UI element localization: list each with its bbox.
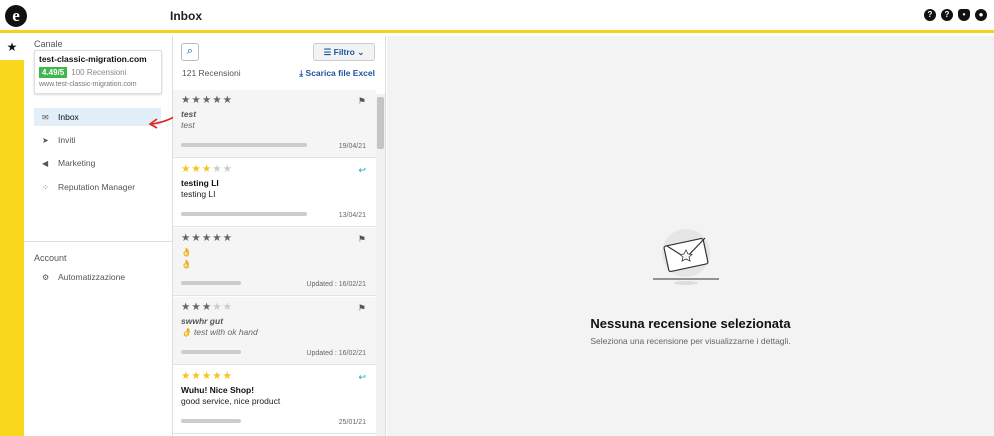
review-title: Wuhu! Nice Shop! [181,385,255,395]
star-rating: ★★★★★ [181,370,234,382]
inbox-icon: ✉ [42,112,49,122]
filter-button[interactable]: ☰ Filtro ⌄ [313,43,375,61]
reviewer-email-redacted [181,419,241,423]
sidebar-item-label: Inviti [58,135,76,145]
channel-card[interactable]: test-classic-migration.com 4.49/5 100 Re… [34,50,162,94]
review-item[interactable]: ★★★★★ ↩ Wuhu! Nice Shop! good service, n… [173,366,376,434]
review-body: testing LI [181,189,216,199]
star-rating: ★★★★★ [181,301,234,313]
search-icon: ⌕ [186,45,194,57]
review-title: swwhr gut [181,316,224,326]
sidebar-item-marketing[interactable]: ◀ Marketing [34,154,161,172]
reviewer-email-redacted [181,281,241,285]
channel-name: test-classic-migration.com [39,54,147,64]
sidebar: Canale test-classic-migration.com 4.49/5… [24,36,173,436]
sidebar-item-label: Inbox [58,112,79,122]
header-icons: ? ? • ● [924,9,987,21]
review-list-panel: ⌕ ☰ Filtro ⌄ 121 Recensioni ⤓ Scarica fi… [173,36,386,436]
review-date: Updated : 16/02/21 [306,281,366,288]
star-rating: ★★★★★ [181,94,234,106]
sidebar-divider [24,241,173,242]
review-detail-panel: Nessuna recensione selezionata Seleziona… [387,36,994,436]
review-body: 👌 test with ok hand [181,327,258,337]
send-icon: ➤ [42,135,49,145]
review-date: 13/04/21 [338,212,366,219]
list-scrollbar[interactable] [376,94,385,436]
review-body: good service, nice product [181,396,281,406]
filter-label: Filtro [333,47,355,57]
sidebar-item-label: Reputation Manager [58,182,136,192]
flag-icon[interactable]: ⚑ [358,96,366,107]
sidebar-item-label: Marketing [58,158,96,168]
review-item[interactable]: ★★★★★ ⚑ swwhr gut 👌 test with ok hand Up… [173,297,376,365]
search-button[interactable]: ⌕ [181,43,199,61]
star-icon[interactable]: ★ [0,36,24,60]
review-date: 25/01/21 [338,419,366,426]
reply-icon[interactable]: ↩ [358,372,366,383]
user-icon[interactable]: ● [975,9,987,21]
review-count: 100 Recensioni [71,68,127,77]
score-badge: 4.49/5 [39,67,68,78]
flag-icon[interactable]: ⚑ [358,303,366,314]
sidebar-item-inviti[interactable]: ➤ Inviti [34,131,161,149]
download-excel-label: Scarica file Excel [305,68,375,78]
empty-state-title: Nessuna recensione selezionata [590,316,791,331]
sidebar-item-inbox[interactable]: ✉ Inbox [34,108,161,126]
question-icon[interactable]: ? [941,9,953,21]
left-rail [0,36,24,436]
review-item[interactable]: ★★★★★ ↩ testing LI testing LI 13/04/21 [173,159,376,227]
review-item[interactable]: ★★★★★ ⚑ test test 19/04/21 [173,90,376,158]
star-rating: ★★★★★ [181,163,234,175]
reviewer-email-redacted [181,212,307,216]
page-title: Inbox [170,9,202,23]
flag-icon[interactable]: ⚑ [358,234,366,245]
reviewer-email-redacted [181,350,241,354]
download-excel-link[interactable]: ⤓ Scarica file Excel [299,68,375,79]
app-logo[interactable]: e [5,5,27,27]
review-date: 19/04/21 [338,143,366,150]
channel-label: Canale [34,39,63,49]
review-date: Updated : 16/02/21 [306,350,366,357]
help-circle-icon[interactable]: ? [924,9,936,21]
channel-url: www.test-classic-migration.com [39,81,137,88]
robot-icon: ⚙ [42,272,50,282]
envelope-illustration-icon [653,229,719,285]
review-item[interactable]: ★★★★★ ⚑ 👌 👌 Updated : 16/02/21 [173,228,376,296]
sidebar-item-automatizzazione[interactable]: ⚙ Automatizzazione [34,268,161,286]
review-body: test [181,120,195,130]
review-title: testing LI [181,178,219,188]
scrollbar-thumb[interactable] [377,97,384,149]
review-total: 121 Recensioni [182,68,241,78]
network-icon: ⁘ [42,182,49,192]
reviewer-email-redacted [181,143,307,147]
review-body: 👌 [181,259,192,269]
review-title: test [181,109,197,119]
account-label: Account [34,253,67,263]
star-rating: ★★★★★ [181,232,234,244]
review-title: 👌 [181,247,192,257]
sidebar-item-label: Automatizzazione [58,272,126,282]
megaphone-icon: ◀ [42,158,49,168]
top-bar: e Inbox ? ? • ● [0,0,994,33]
bell-icon[interactable]: • [958,9,970,21]
sidebar-item-reputation-manager[interactable]: ⁘ Reputation Manager [34,178,161,196]
empty-state-subtitle: Seleziona una recensione per visualizzar… [590,336,791,346]
reply-icon[interactable]: ↩ [358,165,366,176]
